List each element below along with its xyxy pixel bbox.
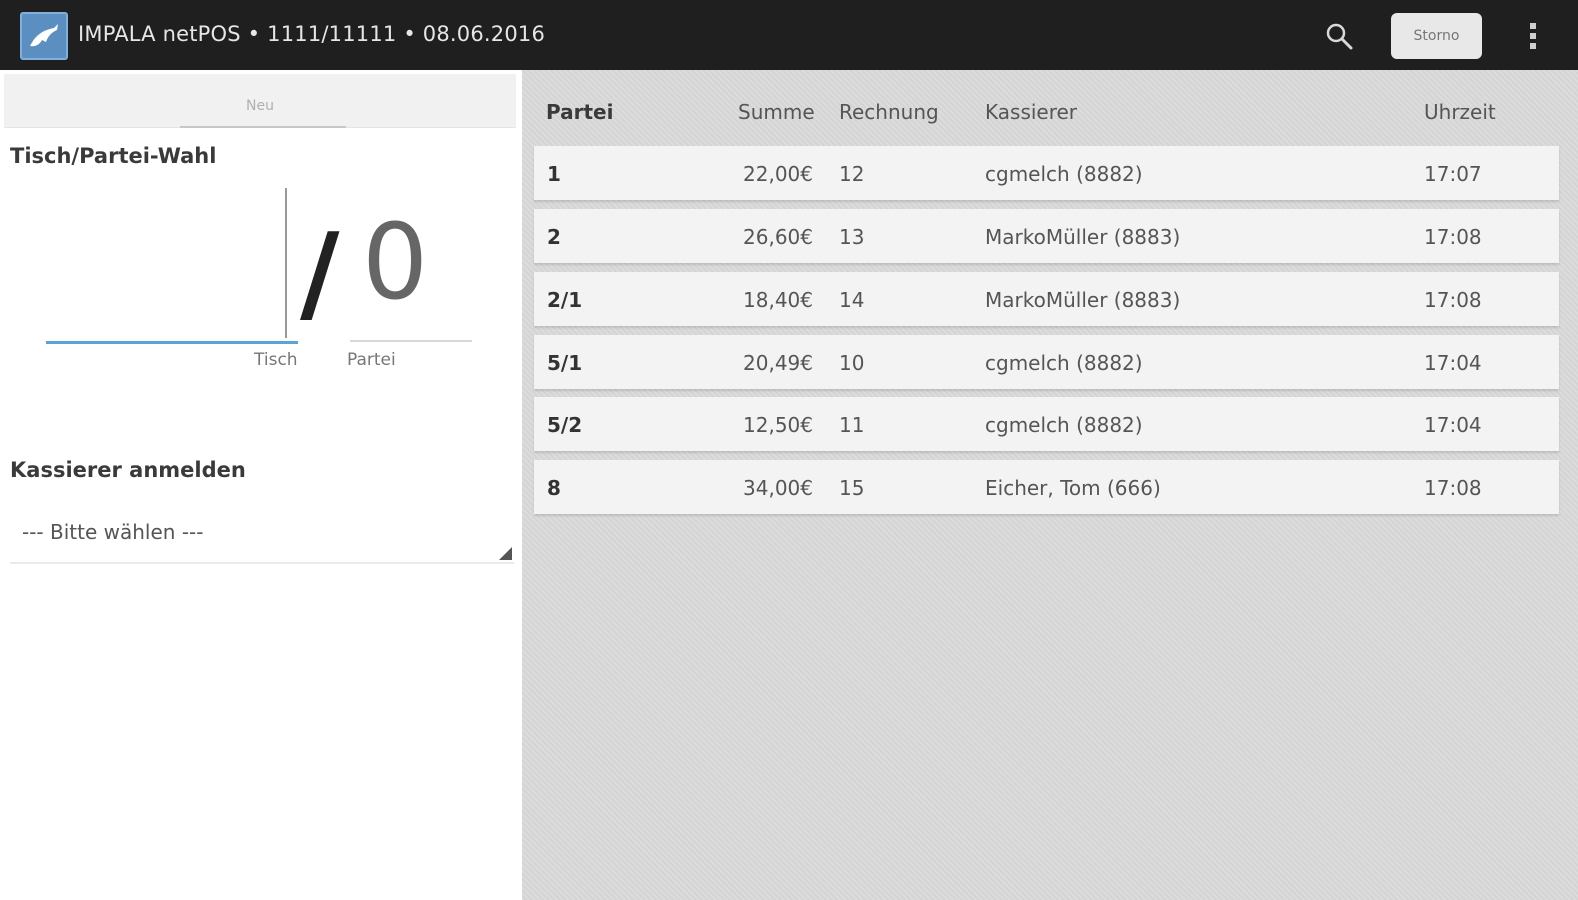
row-rechnung: 12 — [839, 162, 865, 186]
section-title-kassierer: Kassierer anmelden — [10, 458, 246, 482]
row-rechnung: 10 — [839, 351, 865, 375]
tisch-label: Tisch — [254, 350, 298, 370]
table-row[interactable]: 5/1 20,49€ 10 cgmelch (8882) 17:04 — [534, 335, 1559, 389]
column-header-rechnung[interactable]: Rechnung — [839, 100, 939, 124]
search-icon[interactable] — [1322, 19, 1356, 53]
row-uhrzeit: 17:07 — [1424, 162, 1482, 186]
row-partei: 5/2 — [547, 413, 583, 437]
section-title-tisch-partei: Tisch/Partei-Wahl — [10, 144, 217, 168]
row-summe: 12,50€ — [743, 413, 813, 437]
row-rechnung: 11 — [839, 413, 865, 437]
row-rechnung: 15 — [839, 476, 865, 500]
row-summe: 22,00€ — [743, 162, 813, 186]
tab-neu[interactable]: Neu — [4, 74, 516, 128]
row-kassierer: MarkoMüller (8883) — [985, 288, 1181, 312]
column-header-summe[interactable]: Summe — [738, 100, 815, 124]
table-row[interactable]: 5/2 12,50€ 11 cgmelch (8882) 17:04 — [534, 397, 1559, 451]
row-partei: 5/1 — [547, 351, 583, 375]
row-uhrzeit: 17:04 — [1424, 351, 1482, 375]
column-header-kassierer[interactable]: Kassierer — [985, 100, 1077, 124]
storno-button[interactable]: Storno — [1391, 13, 1482, 59]
action-bar: IMPALA netPOS • 1111/11111 • 08.06.2016 … — [0, 0, 1578, 70]
row-uhrzeit: 17:08 — [1424, 288, 1482, 312]
row-partei: 1 — [547, 162, 561, 186]
row-kassierer: cgmelch (8882) — [985, 162, 1143, 186]
row-kassierer: cgmelch (8882) — [985, 413, 1143, 437]
impala-logo-icon — [20, 12, 68, 60]
tisch-input[interactable] — [46, 190, 298, 344]
row-summe: 34,00€ — [743, 476, 813, 500]
column-header-uhrzeit[interactable]: Uhrzeit — [1424, 100, 1496, 124]
table-row[interactable]: 1 22,00€ 12 cgmelch (8882) 17:07 — [534, 146, 1559, 200]
kassierer-select-value: --- Bitte wählen --- — [22, 520, 204, 544]
partei-label: Partei — [347, 350, 396, 370]
row-uhrzeit: 17:04 — [1424, 413, 1482, 437]
row-kassierer: cgmelch (8882) — [985, 351, 1143, 375]
row-summe: 26,60€ — [743, 225, 813, 249]
table-row[interactable]: 2 26,60€ 13 MarkoMüller (8883) 17:08 — [534, 209, 1559, 263]
tab-neu-label: Neu — [246, 98, 274, 114]
row-rechnung: 14 — [839, 288, 865, 312]
row-kassierer: MarkoMüller (8883) — [985, 225, 1181, 249]
row-kassierer: Eicher, Tom (666) — [985, 476, 1161, 500]
row-uhrzeit: 17:08 — [1424, 225, 1482, 249]
row-partei: 2 — [547, 225, 561, 249]
text-cursor — [285, 188, 287, 338]
table-row[interactable]: 8 34,00€ 15 Eicher, Tom (666) 17:08 — [534, 460, 1559, 514]
tisch-partei-separator: / — [300, 211, 340, 336]
column-header-partei[interactable]: Partei — [546, 100, 613, 124]
row-uhrzeit: 17:08 — [1424, 476, 1482, 500]
row-summe: 18,40€ — [743, 288, 813, 312]
row-rechnung: 13 — [839, 225, 865, 249]
partei-value: 0 — [362, 201, 429, 323]
dropdown-triangle-icon — [499, 547, 512, 560]
row-partei: 2/1 — [547, 288, 583, 312]
table-row[interactable]: 2/1 18,40€ 14 MarkoMüller (8883) 17:08 — [534, 272, 1559, 326]
kassierer-select[interactable]: --- Bitte wählen --- — [10, 504, 514, 564]
row-summe: 20,49€ — [743, 351, 813, 375]
overflow-menu-icon[interactable] — [1518, 18, 1548, 54]
app-title: IMPALA netPOS • 1111/11111 • 08.06.2016 — [78, 22, 546, 46]
row-partei: 8 — [547, 476, 561, 500]
tab-indicator — [180, 126, 346, 128]
